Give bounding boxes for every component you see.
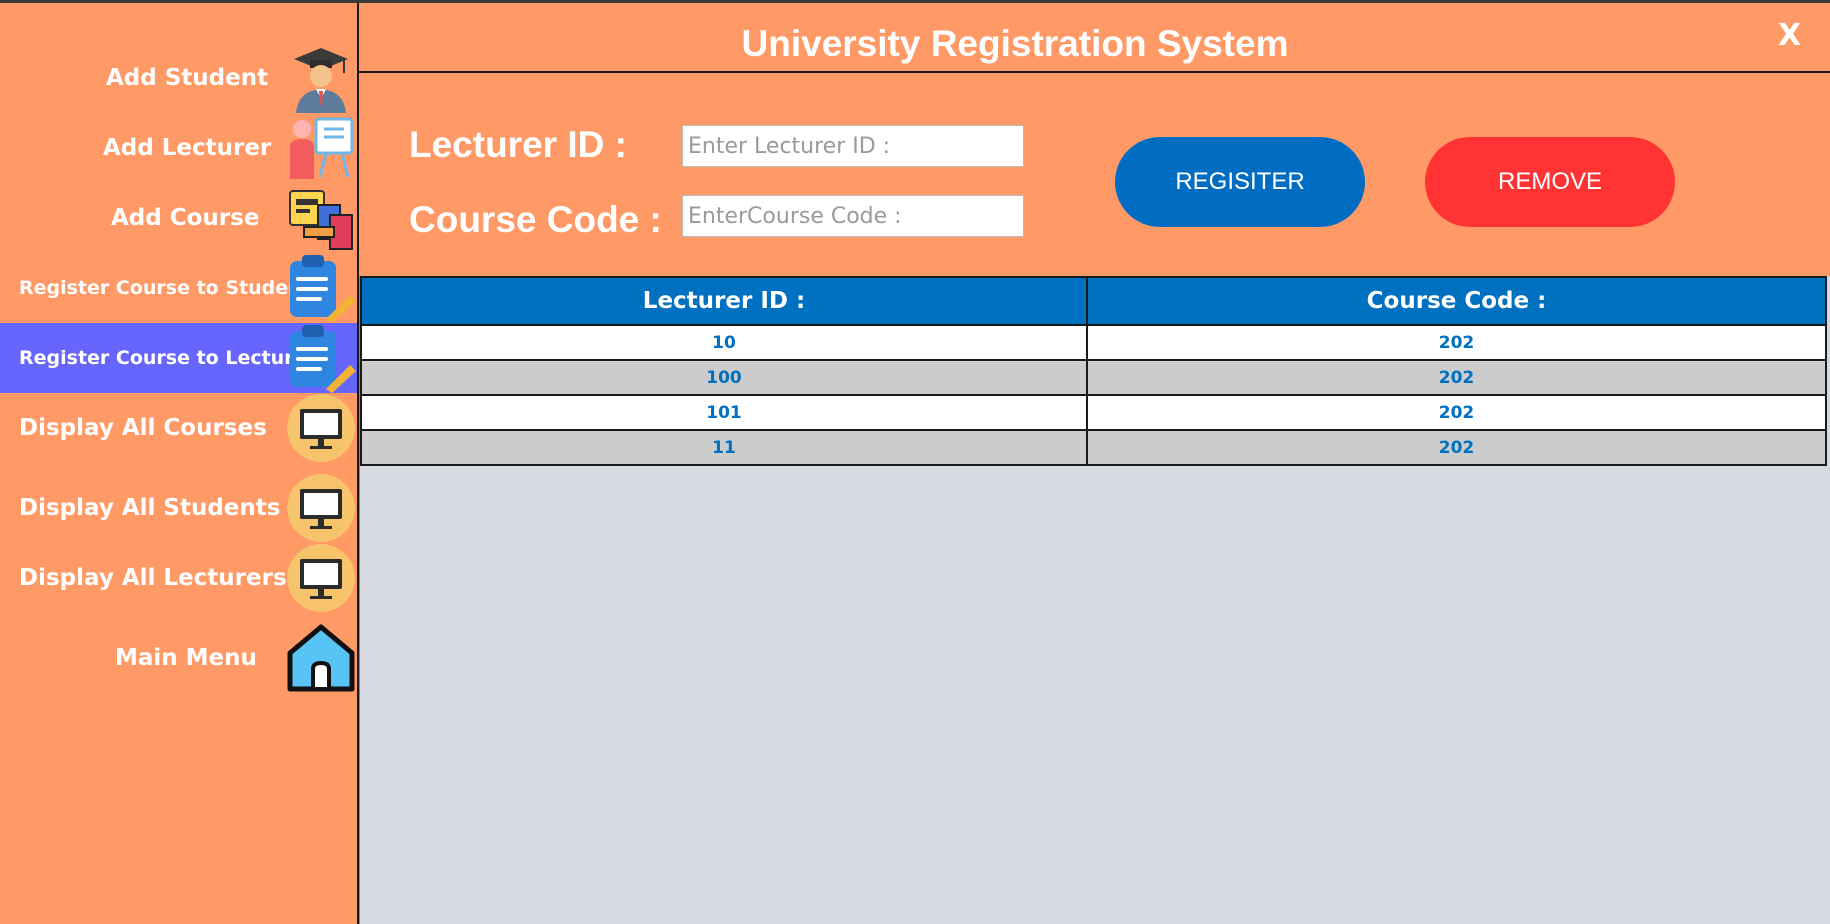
sidebar-item-add-student[interactable]: Add Student	[0, 43, 357, 113]
sidebar-item-label: Add Student	[106, 65, 269, 91]
sidebar-item-label: Main Menu	[115, 645, 257, 671]
sidebar-item-register-course-lecturer[interactable]: Register Course to Lecturer	[0, 323, 357, 393]
monitor-icon	[286, 543, 356, 613]
sidebar-item-label: Display All Students	[19, 495, 281, 521]
close-button[interactable]: X	[1778, 18, 1801, 53]
sidebar-item-label: Add Course	[111, 205, 260, 231]
title-bar: University Registration System X	[359, 3, 1830, 73]
course-code-input[interactable]	[682, 195, 1024, 237]
sidebar-item-main-menu[interactable]: Main Menu	[0, 623, 357, 693]
sidebar-item-label: Add Lecturer	[103, 135, 272, 161]
cell-course-code: 202	[1086, 429, 1827, 466]
lecturer-id-input[interactable]	[682, 125, 1024, 167]
column-header-course-code[interactable]: Course Code :	[1086, 276, 1827, 326]
sidebar-item-add-course[interactable]: Add Course	[0, 183, 357, 253]
register-button[interactable]: REGISITER	[1115, 137, 1365, 227]
sidebar-item-display-all-students[interactable]: Display All Students	[0, 473, 357, 543]
graduate-icon	[286, 43, 356, 113]
main-panel: University Registration System X Lecture…	[359, 3, 1830, 924]
clipboard-icon	[286, 253, 356, 323]
clipboard-icon	[286, 323, 356, 393]
table-row[interactable]: 101 202	[360, 394, 1827, 431]
monitor-icon	[286, 393, 356, 463]
sidebar-item-add-lecturer[interactable]: Add Lecturer	[0, 113, 357, 183]
cell-course-code: 202	[1086, 394, 1827, 431]
home-icon	[286, 623, 356, 693]
table-row[interactable]: 100 202	[360, 359, 1827, 396]
course-books-icon	[286, 183, 356, 253]
sidebar: Add Student Add Lecturer Add Course Regi…	[0, 3, 359, 924]
sidebar-item-label: Display All Courses	[19, 415, 267, 441]
cell-lecturer-id: 11	[360, 429, 1088, 466]
column-header-lecturer-id[interactable]: Lecturer ID :	[360, 276, 1088, 326]
sidebar-item-label: Register Course to Lecturer	[19, 347, 316, 369]
cell-lecturer-id: 101	[360, 394, 1088, 431]
page-title: University Registration System	[741, 23, 1289, 64]
cell-course-code: 202	[1086, 324, 1827, 361]
cell-lecturer-id: 10	[360, 324, 1088, 361]
lecturer-id-label: Lecturer ID :	[409, 124, 627, 165]
table-row[interactable]: 10 202	[360, 324, 1827, 361]
monitor-icon	[286, 473, 356, 543]
records-table-area: Lecturer ID : Course Code : 10 202 100 2…	[359, 276, 1830, 924]
lecturer-icon	[286, 113, 356, 183]
cell-course-code: 202	[1086, 359, 1827, 396]
course-code-label: Course Code :	[409, 199, 662, 240]
sidebar-item-label: Display All Lecturers	[19, 565, 287, 591]
sidebar-item-register-course-student[interactable]: Register Course to Student	[0, 253, 357, 323]
cell-lecturer-id: 100	[360, 359, 1088, 396]
sidebar-item-display-all-lecturers[interactable]: Display All Lecturers	[0, 543, 357, 613]
sidebar-item-display-all-courses[interactable]: Display All Courses	[0, 393, 357, 463]
remove-button[interactable]: REMOVE	[1425, 137, 1675, 227]
records-table: Lecturer ID : Course Code : 10 202 100 2…	[360, 276, 1827, 466]
table-row[interactable]: 11 202	[360, 429, 1827, 466]
sidebar-item-label: Register Course to Student	[19, 277, 311, 299]
table-header-row: Lecturer ID : Course Code :	[360, 276, 1827, 326]
